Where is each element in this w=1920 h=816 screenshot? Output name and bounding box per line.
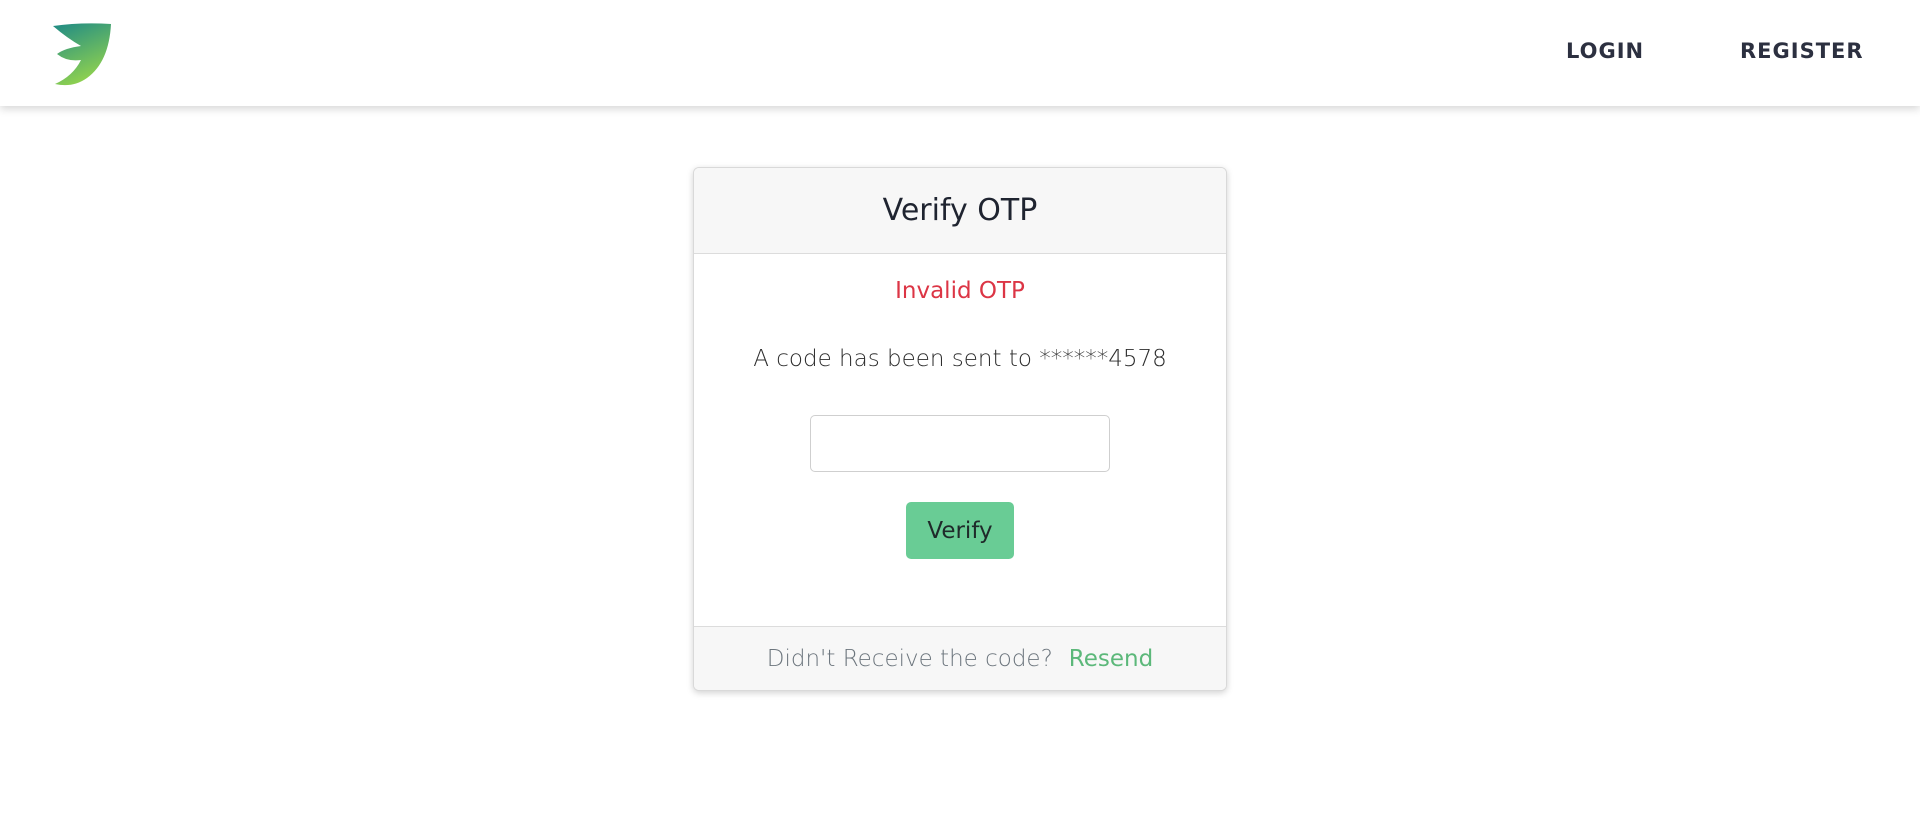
error-message: Invalid OTP (895, 278, 1025, 304)
card-header: Verify OTP (694, 168, 1226, 254)
card-footer: Didn't Receive the code? Resend (694, 626, 1226, 690)
nav-login-link[interactable]: LOGIN (1566, 38, 1644, 64)
verify-button[interactable]: Verify (906, 502, 1014, 559)
resend-prompt-text: Didn't Receive the code? (766, 645, 1053, 672)
code-sent-message: A code has been sent to ******4578 (753, 346, 1167, 372)
verify-otp-card: Verify OTP Invalid OTP A code has been s… (693, 167, 1227, 691)
leaf-logo-svg (53, 23, 111, 86)
resend-link[interactable]: Resend (1069, 646, 1153, 672)
nav-register-link[interactable]: REGISTER (1740, 38, 1864, 64)
page-title: Verify OTP (882, 193, 1038, 228)
otp-input[interactable] (810, 415, 1110, 472)
top-navbar: LOGIN REGISTER (0, 0, 1920, 106)
card-body: Invalid OTP A code has been sent to ****… (694, 254, 1226, 626)
leaf-logo-icon[interactable] (51, 22, 113, 86)
